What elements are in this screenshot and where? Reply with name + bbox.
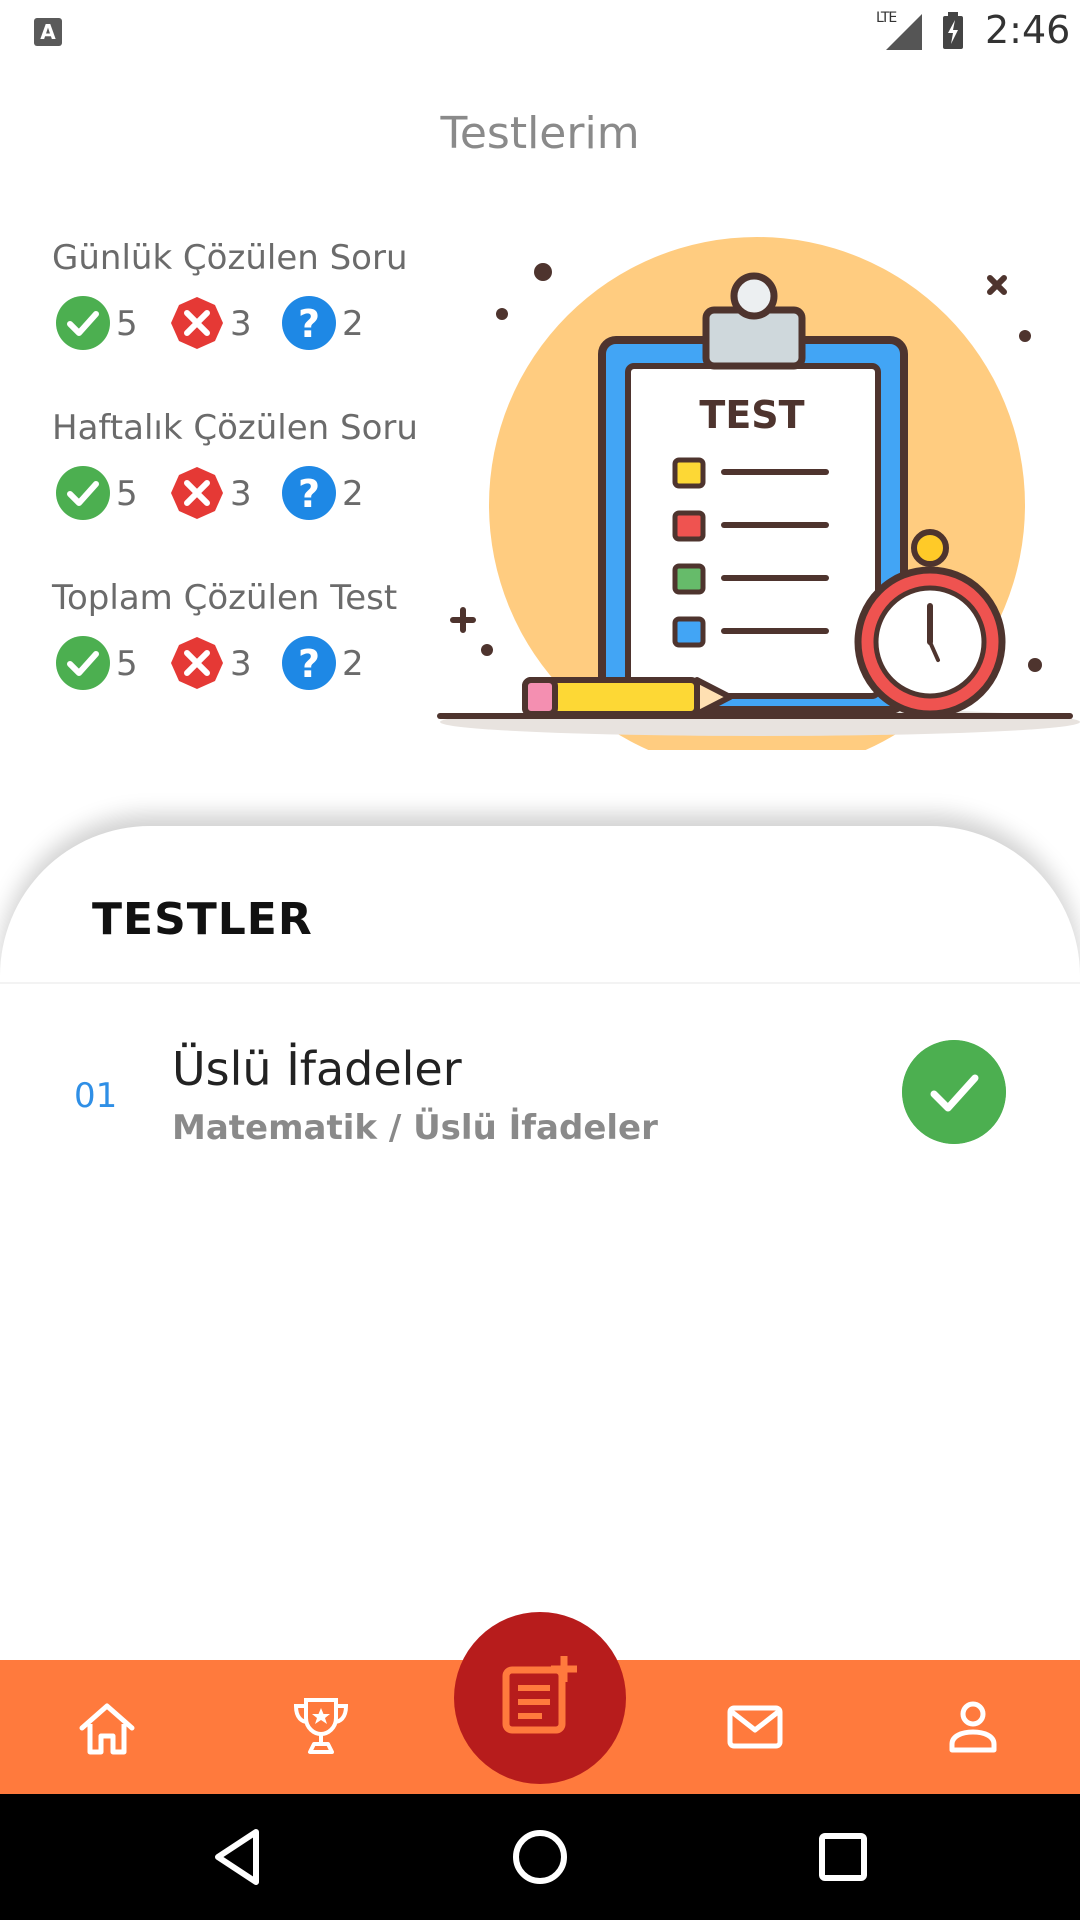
test-subtitle: Matematik / Üslü İfadeler (172, 1108, 658, 1148)
test-name: Üslü İfadeler (172, 1042, 462, 1096)
back-icon[interactable] (204, 1824, 270, 1890)
stat-row: 5 3 ? 2 (56, 296, 456, 350)
correct-value: 5 (116, 474, 138, 514)
stat-group-total: Toplam Çözülen Test 5 3 ? 2 (52, 578, 452, 698)
test-clipboard-illustration: TEST (437, 237, 1080, 750)
add-test-button[interactable] (454, 1612, 626, 1784)
home-icon[interactable] (74, 1696, 140, 1762)
x-square-icon (171, 297, 223, 349)
battery-icon (943, 12, 963, 49)
app-notification-icon: A (34, 18, 62, 46)
add-test-icon (502, 1656, 577, 1734)
profile-icon[interactable] (940, 1694, 1006, 1760)
wrong-value: 3 (230, 474, 252, 514)
question-circle-icon: ? (282, 466, 336, 520)
correct-value: 5 (116, 644, 138, 684)
system-navigation-bar (0, 1794, 1080, 1920)
status-bar: A LTE 2:46 (0, 0, 1080, 64)
empty-value: 2 (342, 474, 364, 514)
divider (0, 982, 1080, 984)
stat-row: 5 3 ? 2 (56, 636, 456, 690)
svg-text:?: ? (298, 642, 320, 686)
empty-value: 2 (342, 644, 364, 684)
correct-value: 5 (116, 304, 138, 344)
check-circle-icon (56, 636, 110, 690)
wrong-value: 3 (230, 304, 252, 344)
clock: 2:46 (985, 8, 1071, 52)
question-circle-icon: ? (282, 636, 336, 690)
test-index: 01 (74, 1076, 118, 1116)
test-list-item[interactable]: 01 Üslü İfadeler Matematik / Üslü İfadel… (0, 1026, 1080, 1156)
trophy-icon[interactable] (288, 1692, 354, 1758)
clipboard-label: TEST (699, 393, 804, 437)
stat-group-daily: Günlük Çözülen Soru 5 3 ? 2 (52, 238, 452, 358)
stat-label: Toplam Çözülen Test (52, 578, 398, 618)
wrong-value: 3 (230, 644, 252, 684)
sheet-title: TESTLER (92, 894, 313, 945)
network-type: LTE (876, 10, 897, 26)
mail-icon[interactable] (722, 1694, 788, 1760)
empty-value: 2 (342, 304, 364, 344)
completed-check-icon (902, 1040, 1006, 1144)
stat-group-weekly: Haftalık Çözülen Soru 5 3 ? 2 (52, 408, 452, 528)
stat-label: Haftalık Çözülen Soru (52, 408, 418, 448)
stat-label: Günlük Çözülen Soru (52, 238, 408, 278)
svg-text:?: ? (298, 472, 320, 516)
x-square-icon (171, 637, 223, 689)
x-square-icon (171, 467, 223, 519)
page-title: Testlerim (440, 108, 640, 159)
check-circle-icon (56, 466, 110, 520)
svg-text:?: ? (298, 302, 320, 346)
recents-icon[interactable] (810, 1824, 876, 1890)
check-circle-icon (56, 296, 110, 350)
question-circle-icon: ? (282, 296, 336, 350)
stat-row: 5 3 ? 2 (56, 466, 456, 520)
home-circle-icon[interactable] (507, 1824, 573, 1890)
